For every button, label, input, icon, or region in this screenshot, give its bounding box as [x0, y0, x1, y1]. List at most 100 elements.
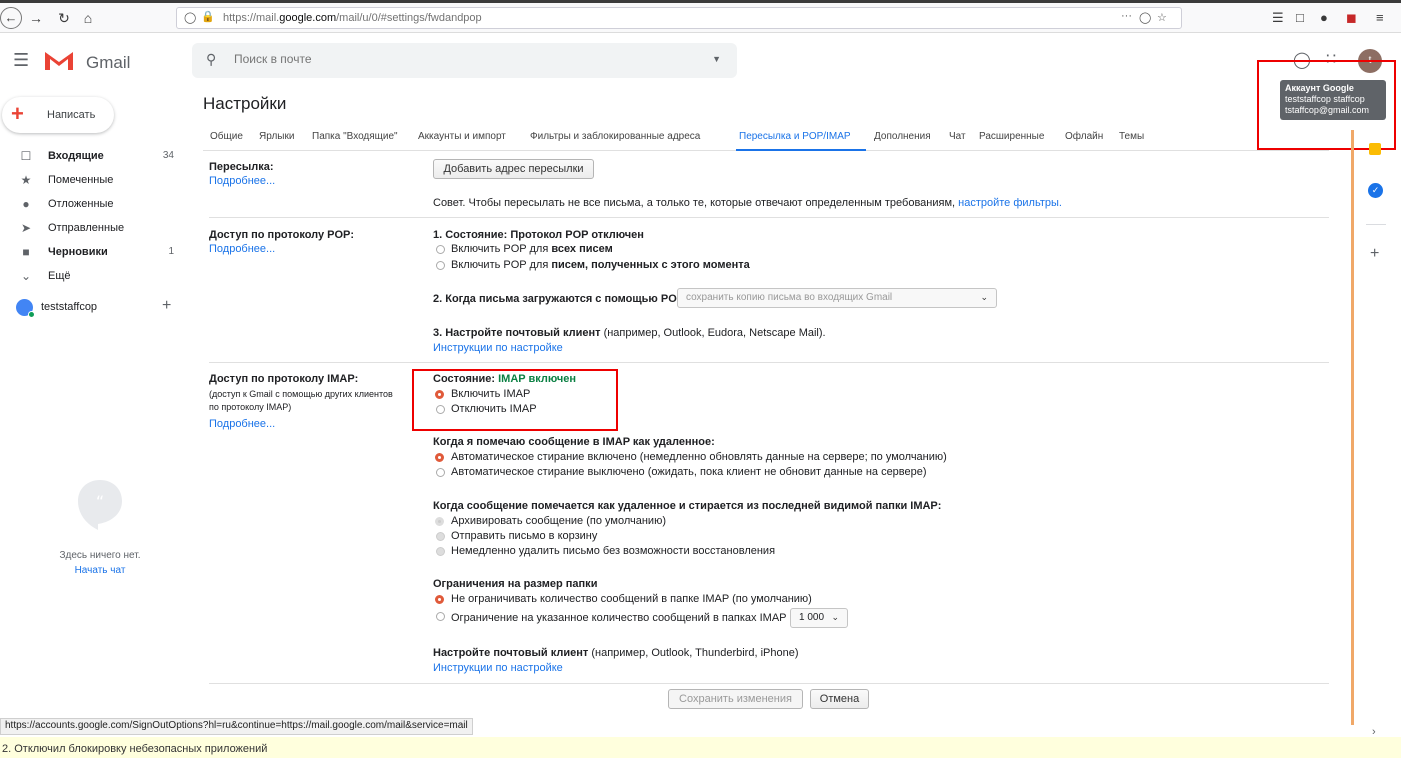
url-bar[interactable]: ◯ 🔒 https://mail.google.com/mail/u/0/#se…	[176, 7, 1182, 29]
folder-limit-select[interactable]: 1 000 ⌄	[790, 608, 848, 628]
sidebar-item-count: 1	[168, 246, 174, 257]
gmail-wordmark[interactable]: Gmail	[86, 53, 130, 73]
pop-more-link[interactable]: Подробнее...	[209, 243, 275, 255]
settings-tab[interactable]: Папка "Входящие"	[312, 131, 398, 142]
sidebar-item-label: Входящие	[48, 150, 104, 162]
chevron-down-icon: ⌄	[980, 292, 988, 302]
imap-expunge-heading: Когда сообщение помечается как удаленное…	[433, 500, 942, 512]
sidebar-item[interactable]: ■ Черновики 1	[0, 241, 184, 265]
send-icon: ➤	[20, 221, 32, 235]
forwarding-tip: Совет. Чтобы пересылать не все письма, а…	[433, 197, 1062, 209]
url-text[interactable]: https://mail.google.com/mail/u/0/#settin…	[223, 12, 482, 24]
gmail-logo-icon[interactable]	[44, 49, 74, 71]
sidebar-item[interactable]: ● Отложенные	[0, 193, 184, 217]
bookmark-star-icon[interactable]: ☆	[1157, 11, 1167, 24]
search-input[interactable]	[234, 52, 674, 66]
settings-tab[interactable]: Общие	[210, 131, 243, 142]
settings-tab[interactable]: Ярлыки	[259, 131, 294, 142]
keep-icon[interactable]	[1369, 143, 1381, 155]
reload-icon[interactable]: ↻	[54, 8, 74, 28]
folder-size-heading: Ограничения на размер папки	[433, 578, 598, 590]
page-actions-icon[interactable]: ···	[1121, 10, 1132, 22]
main-menu-icon[interactable]: ☰	[13, 50, 29, 71]
back-arrow-icon[interactable]: ←	[0, 7, 22, 29]
settings-tab[interactable]: Офлайн	[1065, 131, 1103, 142]
tasks-icon[interactable]: ✓	[1368, 183, 1383, 198]
pop-label: Доступ по протоколу POP:	[209, 229, 355, 241]
pop-action-select[interactable]: сохранить копию письма во входящих Gmail…	[677, 288, 997, 308]
chat-empty-text: Здесь ничего нет.	[59, 550, 141, 561]
pop-enable-new-text: Включить POP для писем, полученных с это…	[451, 259, 750, 271]
shield-icon[interactable]: ◯	[184, 11, 196, 24]
pop-instructions-link[interactable]: Инструкции по настройке	[433, 342, 563, 354]
inbox-icon: ☐	[20, 149, 32, 163]
start-chat-link[interactable]: Начать чат	[0, 565, 200, 576]
folder-unlimited-radio[interactable]	[435, 595, 444, 604]
sidebar-icon[interactable]: □	[1296, 10, 1304, 25]
settings-tab[interactable]: Расширенные	[979, 131, 1044, 142]
auto-expunge-on-text: Автоматическое стирание включено (немедл…	[451, 451, 947, 463]
browser-toolbar: ← → ↻ ⌂ ◯ 🔒 https://mail.google.com/mail…	[0, 3, 1401, 33]
pop-when-label: 2. Когда письма загружаются с помощью PO…	[433, 293, 685, 305]
search-icon[interactable]: ⚲	[206, 51, 216, 68]
compose-button[interactable]: + Написать	[2, 97, 114, 133]
add-forwarding-address-button[interactable]: Добавить адрес пересылки	[433, 159, 594, 179]
add-contact-icon[interactable]: +	[162, 297, 171, 315]
expunge-archive-radio[interactable]	[435, 517, 444, 526]
imap-more-link[interactable]: Подробнее...	[209, 418, 275, 430]
forwarding-more-link[interactable]: Подробнее...	[209, 175, 275, 187]
chevron-down-icon: ⌄	[20, 269, 32, 283]
online-status-icon	[28, 311, 35, 318]
sidebar-item[interactable]: ➤ Отправленные	[0, 217, 184, 241]
extension-icon[interactable]: ●	[1320, 10, 1328, 25]
expunge-delete-text: Немедленно удалить письмо без возможност…	[451, 545, 776, 557]
imap-section: Доступ по протоколу IMAP: (доступ к Gmai…	[209, 363, 1329, 684]
library-icon[interactable]: ☰	[1272, 10, 1284, 26]
auto-expunge-off-radio[interactable]	[436, 468, 445, 477]
home-icon[interactable]: ⌂	[78, 8, 98, 28]
settings-tab[interactable]: Аккаунты и импорт	[418, 131, 506, 142]
expunge-delete-radio[interactable]	[436, 547, 445, 556]
sidebar-item[interactable]: ☐ Входящие 34	[0, 145, 184, 169]
sidebar-item[interactable]: ⌄ Ещё	[0, 265, 184, 289]
pocket-icon[interactable]: ◯	[1139, 11, 1151, 24]
folder-unlimited-text: Не ограничивать количество сообщений в п…	[451, 593, 812, 605]
folder-limit-radio[interactable]	[436, 612, 445, 621]
sidebar-item[interactable]: ★ Помеченные	[0, 169, 184, 193]
create-filters-link[interactable]: настройте фильтры.	[958, 197, 1062, 209]
save-changes-button[interactable]: Сохранить изменения	[668, 689, 803, 709]
settings-tab[interactable]: Темы	[1119, 131, 1144, 142]
ublock-icon[interactable]: ◼	[1346, 10, 1357, 26]
search-bar[interactable]: ⚲ ▼	[192, 43, 737, 78]
page-title: Настройки	[203, 94, 287, 113]
search-options-icon[interactable]: ▼	[712, 54, 721, 64]
settings-tabs: Общие Ярлыки Папка "Входящие" Аккаунты и им…	[203, 125, 1329, 151]
pop-client-text: 3. Настройте почтовый клиент (например, …	[433, 327, 826, 339]
pop-enable-all-text: Включить POP для всех писем	[451, 243, 613, 255]
settings-tab[interactable]: Фильтры и заблокированные адреса	[530, 131, 700, 142]
settings-tab[interactable]: Чат	[949, 131, 966, 142]
pop-enable-all-radio[interactable]	[436, 245, 445, 254]
cancel-button[interactable]: Отмена	[810, 689, 869, 709]
chevron-down-icon: ⌄	[831, 612, 839, 622]
hangouts-user-name: teststaffcop	[41, 301, 98, 313]
chat-bubble-icon: “	[78, 480, 122, 530]
hangouts-user[interactable]: teststaffcop +	[16, 297, 184, 319]
auto-expunge-on-radio[interactable]	[435, 453, 444, 462]
caption-note: 2. Отключил блокировку небезопасных прил…	[0, 737, 1401, 758]
settings-tab[interactable]: Пересылка и POP/IMAP	[739, 131, 851, 142]
highlight-box-imap	[412, 369, 618, 431]
imap-label: Доступ по протоколу IMAP:	[209, 373, 359, 385]
hamburger-menu-icon[interactable]: ≡	[1376, 10, 1384, 25]
expunge-trash-radio[interactable]	[436, 532, 445, 541]
lock-icon[interactable]: 🔒	[201, 10, 215, 23]
forward-arrow-icon[interactable]: →	[26, 8, 46, 28]
sidebar-item-label: Отложенные	[48, 198, 114, 210]
forwarding-label: Пересылка:	[209, 161, 274, 173]
plus-icon: +	[11, 101, 24, 126]
clock-icon: ●	[22, 197, 30, 211]
settings-tab[interactable]: Дополнения	[874, 131, 931, 142]
add-addon-icon[interactable]: +	[1370, 245, 1379, 263]
pop-enable-new-radio[interactable]	[436, 261, 445, 270]
imap-instructions-link[interactable]: Инструкции по настройке	[433, 662, 563, 674]
